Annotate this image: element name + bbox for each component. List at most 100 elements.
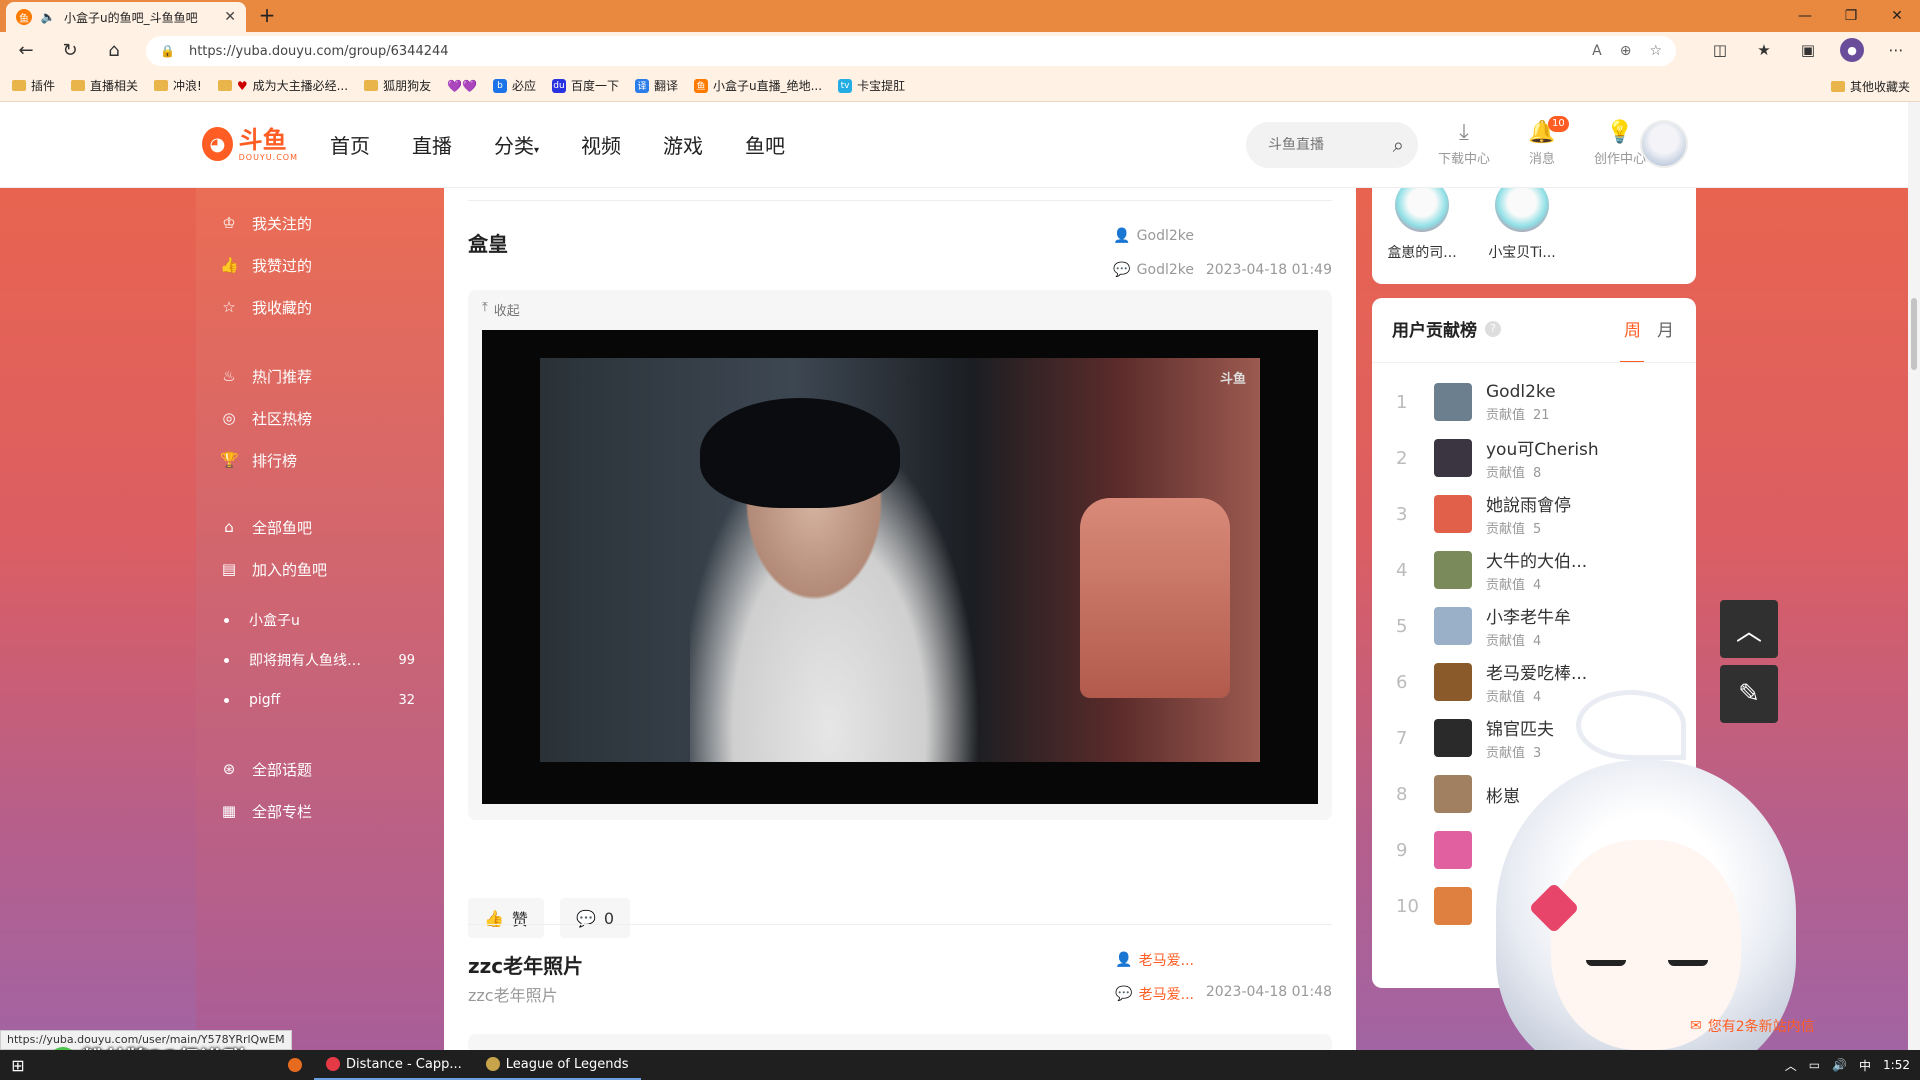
avatar[interactable] [1434, 383, 1472, 421]
post-author[interactable]: 👤 Godl2ke [1113, 228, 1194, 244]
avatar[interactable] [1434, 887, 1472, 925]
avatar[interactable] [1434, 719, 1472, 757]
more-menu-icon[interactable]: ⋯ [1884, 38, 1908, 62]
joined-group-item[interactable]: pigff 32 [196, 680, 444, 720]
tab-close-icon[interactable]: ✕ [224, 9, 236, 25]
rank-username[interactable]: 她說雨會停 [1486, 491, 1571, 516]
bookmark-item[interactable]: 译翻译 [635, 77, 678, 94]
profile-avatar[interactable]: ● [1840, 38, 1864, 62]
volume-icon[interactable]: 🔊 [1832, 1058, 1847, 1072]
other-bookmarks[interactable]: 其他收藏夹 [1830, 78, 1910, 95]
rank-row[interactable]: 5 小李老牛牟 贡献值 4 [1372, 598, 1696, 654]
joined-group-item[interactable]: 即将拥有人鱼线的金 99 [196, 640, 444, 680]
nav-category[interactable]: 分类▾ [494, 130, 539, 159]
taskbar-app[interactable]: League of Legends [473, 1050, 641, 1080]
input-language[interactable]: 中 [1859, 1057, 1871, 1074]
home-button[interactable]: ⌂ [102, 40, 126, 64]
sidebar-item-hot[interactable]: ♨ 热门推荐 [196, 355, 444, 397]
taskbar-browser[interactable] [276, 1050, 314, 1080]
clock[interactable]: 1:52 [1883, 1058, 1910, 1072]
bookmark-item[interactable]: 💜💜 [447, 79, 477, 93]
rank-row[interactable]: 1 Godl2ke 贡献值 21 [1372, 374, 1696, 430]
bookmark-item[interactable]: tv 卡宝提肛 [838, 77, 905, 94]
comment-button[interactable]: 💬 0 [559, 898, 631, 938]
rank-username[interactable]: 老马爱吃棒... [1486, 659, 1587, 684]
page-scrollbar[interactable] [1908, 102, 1920, 1050]
download-center-button[interactable]: ⤓ 下载中心 [1432, 120, 1496, 167]
avatar[interactable] [1434, 439, 1472, 477]
rank-row[interactable]: 9 [1372, 822, 1696, 878]
mini-user[interactable]: 盒崽的司... [1378, 188, 1466, 262]
rank-row[interactable]: 6 老马爱吃棒... 贡献值 4 [1372, 654, 1696, 710]
close-window-button[interactable]: ✕ [1874, 0, 1920, 32]
windows-start-icon[interactable]: ⊞ [0, 1050, 36, 1080]
sidebar-item-joined-groups[interactable]: ▤ 加入的鱼吧 [196, 548, 444, 590]
sidebar-item-favorites[interactable]: ☆ 我收藏的 [196, 286, 444, 328]
bookmark-item[interactable]: 插件 [12, 77, 55, 94]
nav-home[interactable]: 首页 [330, 130, 370, 159]
search-input[interactable] [1268, 137, 1393, 153]
like-button[interactable]: 👍 赞 [468, 898, 544, 938]
rank-row[interactable]: 7 锦官匹夫 贡献值 3 [1372, 710, 1696, 766]
rank-row[interactable]: 8 彬崽 [1372, 766, 1696, 822]
avatar[interactable] [1434, 831, 1472, 869]
rank-row[interactable]: 2 you可Cherish 贡献值 8 [1372, 430, 1696, 486]
messages-button[interactable]: 🔔 10 消息 [1510, 116, 1574, 167]
tab-month[interactable]: 月 [1657, 316, 1674, 341]
avatar[interactable] [1434, 551, 1472, 589]
rank-row[interactable]: 4 大牛的大伯... 贡献值 4 [1372, 542, 1696, 598]
scrollbar-thumb[interactable] [1911, 298, 1917, 370]
rank-username[interactable]: Godl2ke [1486, 382, 1556, 402]
avatar[interactable] [1434, 607, 1472, 645]
nav-yuba[interactable]: 鱼吧 [745, 130, 785, 159]
sidebar-item-trending[interactable]: ◎ 社区热榜 [196, 397, 444, 439]
back-to-top-button[interactable]: ︿ [1720, 600, 1778, 658]
avatar[interactable] [1434, 495, 1472, 533]
lock-icon[interactable]: 🔒 [160, 44, 175, 58]
rank-username[interactable]: 锦官匹夫 [1486, 715, 1554, 740]
post-author[interactable]: 👤 老马爱... [1115, 950, 1194, 970]
bookmark-item[interactable]: b 必应 [492, 77, 536, 94]
speaker-icon[interactable]: 🔈 [40, 9, 56, 25]
favorites-icon[interactable]: ★ [1752, 38, 1776, 62]
rank-username[interactable]: you可Cherish [1486, 435, 1599, 460]
user-avatar[interactable] [1640, 120, 1688, 168]
bookmark-item[interactable]: 直播相关 [71, 77, 138, 94]
nav-game[interactable]: 游戏 [663, 130, 703, 159]
sidebar-item-all-groups[interactable]: ⌂ 全部鱼吧 [196, 506, 444, 548]
avatar[interactable] [1434, 775, 1472, 813]
compose-post-button[interactable]: ✎ [1720, 665, 1778, 723]
avatar[interactable] [1434, 663, 1472, 701]
post-title[interactable]: zzc老年照片 [468, 950, 583, 979]
read-aloud-icon[interactable]: A [1592, 43, 1602, 59]
new-message-notice[interactable]: ✉ 您有2条新站内信 [1690, 1016, 1815, 1036]
rank-username[interactable]: 小李老牛牟 [1486, 603, 1571, 628]
rank-row[interactable]: 3 她說雨會停 贡献值 5 [1372, 486, 1696, 542]
post-title[interactable]: 盒皇 [468, 228, 508, 257]
chevron-up-icon[interactable]: ︿ [1785, 1057, 1797, 1074]
sidebar-item-ranking[interactable]: 🏆 排行榜 [196, 439, 444, 481]
network-icon[interactable]: ▭ [1809, 1058, 1820, 1072]
help-icon[interactable]: ? [1485, 320, 1501, 337]
url-field[interactable]: 🔒 https://yuba.douyu.com/group/6344244 A… [146, 36, 1676, 66]
back-button[interactable]: ← [14, 40, 38, 64]
rank-row[interactable]: 10 [1372, 878, 1696, 934]
joined-group-item[interactable]: 小盒子u [196, 600, 444, 640]
video-player[interactable]: 斗鱼 [482, 330, 1318, 804]
collapse-button[interactable]: ⤒ 收起 [482, 300, 520, 319]
minimize-button[interactable]: — [1782, 0, 1828, 32]
collections-icon[interactable]: ▣ [1796, 38, 1820, 62]
restore-button[interactable]: ❐ [1828, 0, 1874, 32]
sidebar-item-all-columns[interactable]: ▦ 全部专栏 [196, 790, 444, 832]
nav-video[interactable]: 视频 [581, 130, 621, 159]
post-last-reply[interactable]: 💬 Godl2ke [1113, 262, 1194, 278]
bookmark-item[interactable]: du 百度一下 [551, 77, 619, 94]
bookmark-item[interactable]: 冲浪! [154, 77, 202, 94]
bookmark-item[interactable]: 鱼小盒子u直播_绝地... [694, 77, 822, 94]
nav-live[interactable]: 直播 [412, 130, 452, 159]
rank-username[interactable]: 大牛的大伯... [1486, 547, 1587, 572]
douyu-logo[interactable]: ◕ 斗鱼 DOUYU.COM [202, 122, 298, 166]
post-last-reply[interactable]: 💬 老马爱... [1115, 984, 1194, 1004]
tab-week[interactable]: 周 [1620, 316, 1644, 363]
bookmark-item[interactable]: 狐朋狗友 [364, 77, 431, 94]
